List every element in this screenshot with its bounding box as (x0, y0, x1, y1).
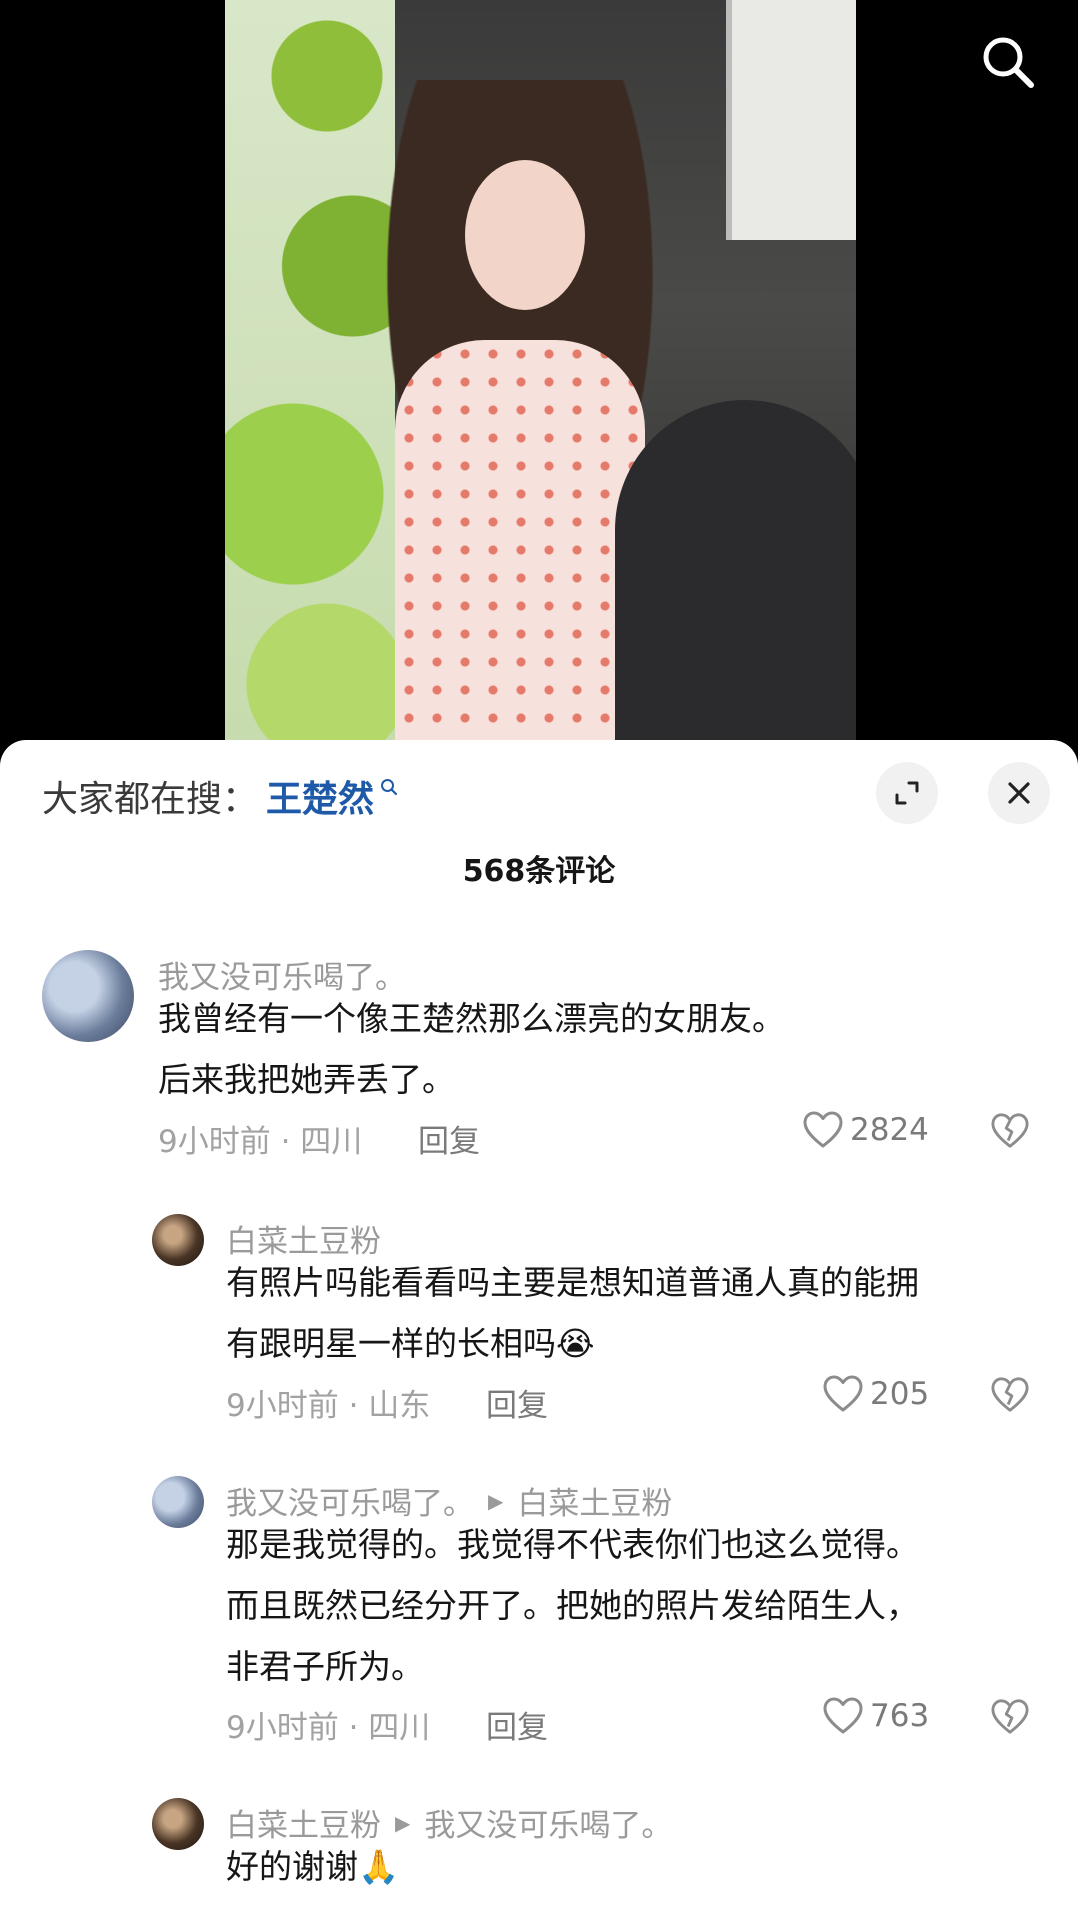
dislike-button[interactable] (990, 1112, 1030, 1154)
dislike-button[interactable] (990, 1376, 1030, 1418)
trending-label: 大家都在搜： (42, 779, 259, 820)
like-count: 205 (870, 1376, 930, 1412)
reply-item: 白菜土豆粉 ▶ 我又没可乐喝了。 好的谢谢🙏 (0, 1798, 1078, 1930)
search-small-icon (381, 779, 398, 796)
reply-item: 我又没可乐喝了。 ▶ 白菜土豆粉 那是我觉得的。我觉得不代表你们也这么觉得。 而… (0, 1476, 1078, 1776)
trending-search: 大家都在搜： 王楚然 (42, 771, 398, 821)
video-sign-panel (726, 0, 856, 240)
like-button[interactable]: 2824 (802, 1110, 929, 1150)
comment-text-line: 那是我觉得的。我觉得不代表你们也这么觉得。 (226, 1525, 919, 1564)
reply-arrow-icon: ▶ (488, 1488, 504, 1513)
broken-heart-icon (991, 1377, 1029, 1412)
comment-text: 我曾经有一个像王楚然那么漂亮的女朋友。 后来我把她弄丢了。 (158, 988, 1038, 1110)
search-button[interactable] (976, 30, 1040, 94)
video-player[interactable] (0, 0, 1078, 760)
reply-arrow-icon: ▶ (395, 1810, 411, 1835)
expand-icon (895, 781, 919, 805)
comment-text-line: 而且既然已经分开了。把她的照片发给陌生人， (226, 1586, 919, 1625)
video-person-dress (395, 340, 645, 760)
avatar[interactable] (152, 1476, 204, 1528)
reply-button[interactable]: 回复 (486, 1380, 548, 1425)
like-count: 763 (870, 1698, 930, 1734)
comment-text-line: 有跟明星一样的长相吗😭 (226, 1324, 595, 1363)
avatar[interactable] (152, 1798, 204, 1850)
close-button[interactable] (988, 762, 1050, 824)
comment-text: 有照片吗能看看吗主要是想知道普通人真的能拥 有跟明星一样的长相吗😭 (226, 1252, 1046, 1374)
expand-button[interactable] (876, 762, 938, 824)
like-button[interactable]: 205 (822, 1374, 929, 1414)
avatar[interactable] (152, 1214, 204, 1266)
comment-text: 那是我觉得的。我觉得不代表你们也这么觉得。 而且既然已经分开了。把她的照片发给陌… (226, 1514, 1056, 1697)
reply-item: 白菜土豆粉 有照片吗能看看吗主要是想知道普通人真的能拥 有跟明星一样的长相吗😭 … (0, 1214, 1078, 1454)
comment-text: 好的谢谢🙏 (226, 1836, 1056, 1897)
comment-count-title: 568条评论 (462, 854, 616, 889)
close-icon (1008, 782, 1030, 804)
comment-sheet: 大家都在搜： 王楚然 568条评论 我又没可乐喝了。 我曾经有一个像王楚然那么漂… (0, 740, 1078, 1930)
comment-sheet-header: 大家都在搜： 王楚然 568条评论 (0, 740, 1078, 920)
comment-text-line: 有照片吗能看看吗主要是想知道普通人真的能拥 (226, 1263, 919, 1302)
dislike-button[interactable] (990, 1698, 1030, 1740)
search-icon (983, 37, 1034, 88)
video-foreground-cap (615, 400, 856, 760)
comment-text-line: 非君子所为。 (226, 1647, 424, 1686)
reply-button[interactable]: 回复 (418, 1116, 480, 1161)
heart-icon (823, 1375, 863, 1412)
avatar[interactable] (42, 950, 134, 1042)
like-button[interactable]: 763 (822, 1696, 929, 1736)
comment-time-location: 9小时前 · 四川 (158, 1124, 363, 1160)
broken-heart-icon (991, 1699, 1029, 1734)
comment-text-line: 好的谢谢🙏 (226, 1847, 400, 1886)
like-count: 2824 (850, 1112, 929, 1148)
reply-button[interactable]: 回复 (486, 1702, 548, 1747)
comment-text-line: 我曾经有一个像王楚然那么漂亮的女朋友。 (158, 999, 785, 1038)
comment-time-location: 9小时前 · 四川 (226, 1710, 431, 1746)
video-person-face (465, 160, 585, 310)
comment-time-location: 9小时前 · 山东 (226, 1388, 431, 1424)
comment-text-line: 后来我把她弄丢了。 (158, 1060, 455, 1099)
broken-heart-icon (991, 1113, 1029, 1148)
heart-icon (823, 1697, 863, 1734)
comment-item: 我又没可乐喝了。 我曾经有一个像王楚然那么漂亮的女朋友。 后来我把她弄丢了。 9… (0, 950, 1078, 1190)
heart-icon (803, 1111, 843, 1148)
trending-keyword-link[interactable]: 王楚然 (266, 770, 374, 822)
video-frame[interactable] (225, 0, 856, 760)
